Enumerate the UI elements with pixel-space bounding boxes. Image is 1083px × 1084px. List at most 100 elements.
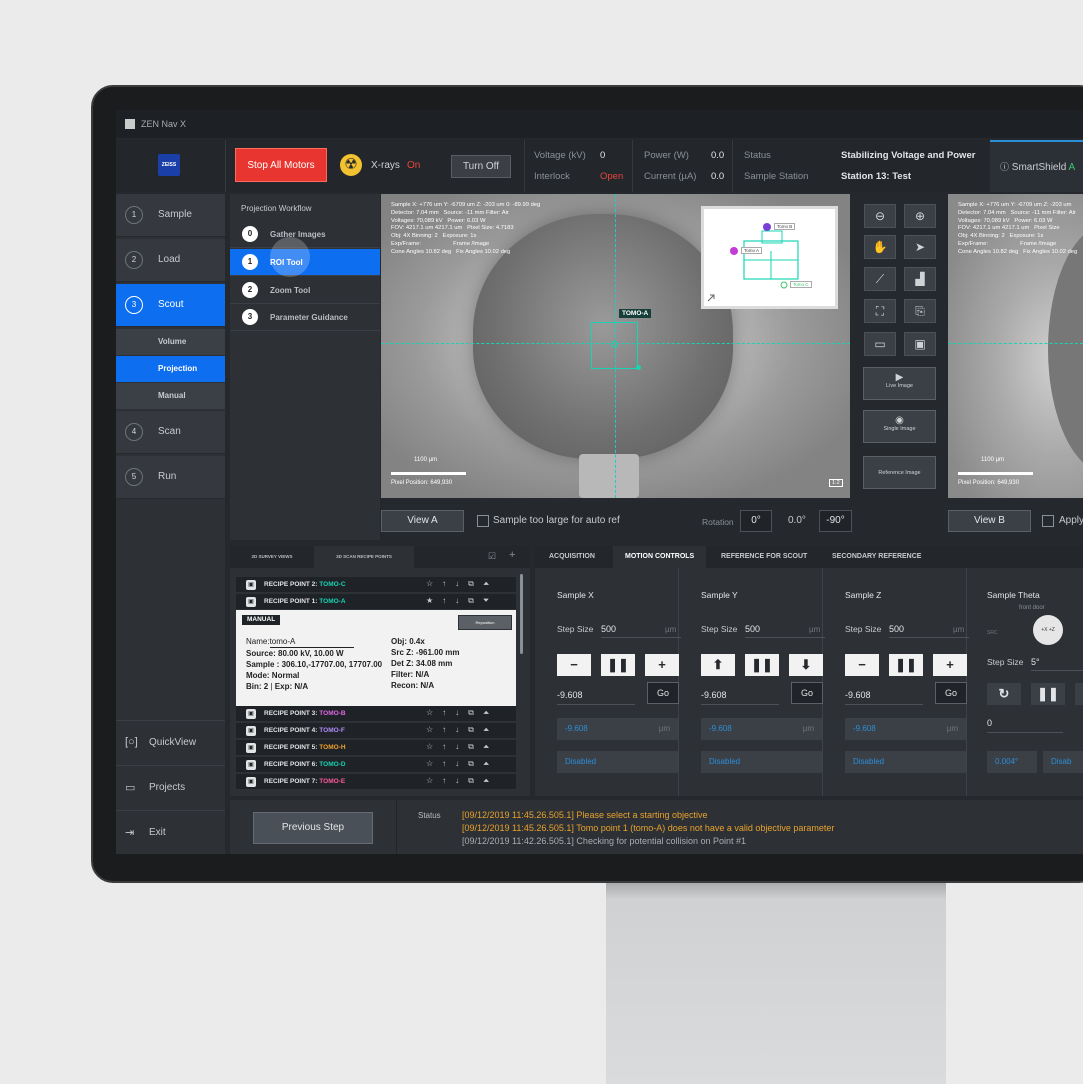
partial-button[interactable] [1075,683,1083,705]
row-actions-icons[interactable]: ☆↑↓⧉⏶ [426,725,498,735]
nav-projects[interactable]: ▭ Projects [116,765,225,809]
roi-label: TOMO-A [619,309,652,318]
recipe-row[interactable]: ▣ RECIPE POINT 1: TOMO-A ★↑↓⧉⏷ [236,594,516,610]
nav-item-run[interactable]: 5 Run [116,456,225,499]
select-all-icon[interactable]: ☑ [488,551,496,562]
step-unit: µm [953,625,965,634]
row-actions-icons[interactable]: ☆↑↓⧉⏶ [426,776,498,786]
histogram-icon[interactable]: ▟ [904,267,936,291]
position-input[interactable]: -9.608 [845,690,923,705]
nav-quickview[interactable]: [○] QuickView [116,720,225,764]
nav-item-load[interactable]: 2 Load [116,239,225,282]
nav-item-scan[interactable]: 4 Scan [116,411,225,454]
step-size-label: Step Size [987,657,1024,667]
row-actions-icons[interactable]: ☆↑↓⧉⏶ [426,579,498,589]
recipe-row[interactable]: ▣ RECIPE POINT 6: TOMO-D ☆↑↓⧉⏶ [236,757,516,773]
tab-reference-for-scout[interactable]: REFERENCE FOR SCOUT [709,546,819,568]
recipe-row[interactable]: ▣ RECIPE POINT 7: TOMO-E ☆↑↓⧉⏶ [236,774,516,790]
row-actions-icons[interactable]: ☆↑↓⧉⏶ [426,708,498,718]
single-image-button[interactable]: ◉ Single Image [863,410,936,443]
go-button[interactable]: Go [791,682,823,704]
nav-sub-volume[interactable]: Volume [116,329,225,355]
folder-open-icon[interactable]: ▭ [864,332,896,356]
roi-resize-handle[interactable] [636,365,641,370]
plus-icon[interactable]: + [933,654,967,676]
save-icon[interactable]: ▣ [904,332,936,356]
recipe-row[interactable]: ▣ RECIPE POINT 4: TOMO-F ☆↑↓⧉⏶ [236,723,516,739]
manual-tag: MANUAL [242,615,281,625]
line-profile-icon[interactable]: ⟋ [864,267,896,291]
row-actions-icons[interactable]: ★↑↓⧉⏷ [426,596,498,606]
position-input[interactable]: -9.608 [701,690,779,705]
nav-item-sample[interactable]: 1 Sample [116,194,225,237]
axis-sample-z: Sample Z Step Size 500 µm − ❚❚ + -9.608 … [823,568,969,796]
go-button[interactable]: Go [647,682,679,704]
zoom-out-icon[interactable]: ⊖ [864,204,896,228]
pause-icon[interactable]: ❚❚ [889,654,923,676]
row-actions-icons[interactable]: ☆↑↓⧉⏶ [426,742,498,752]
zoom-in-icon[interactable]: ⊕ [904,204,936,228]
axis-status: Disabled [701,751,822,773]
recipe-row[interactable]: ▣ RECIPE POINT 3: TOMO-B ☆↑↓⧉⏶ [236,706,516,722]
tab-motion-controls[interactable]: MOTION CONTROLS [613,546,707,568]
quickview-icon: [○] [125,736,138,748]
row-actions-icons[interactable]: ☆↑↓⧉⏶ [426,759,498,769]
recipe-row[interactable]: ▣ RECIPE POINT 2: TOMO-C ☆↑↓⧉⏶ [236,577,516,593]
minimap-label-tomo-a: Tomo A [741,247,763,254]
recipe-scrollbar[interactable] [520,574,523,654]
reference-image-button[interactable]: Reference Image [863,456,936,489]
fit-frame-icon[interactable]: ⛶ [864,299,896,323]
recipe-points-panel: 2D SURVEY VIEWS 3D SCAN RECIPE POINTS ☑ … [230,546,530,796]
rotation-minus90-button[interactable]: -90° [819,510,852,532]
plus-icon[interactable]: + [645,654,679,676]
radiation-icon: ☢ [340,154,362,176]
stop-all-motors-button[interactable]: Stop All Motors [235,148,327,182]
minimap[interactable]: Tomo B Tomo A Tomo C [701,206,838,309]
export-icon[interactable]: ⎘ [904,299,936,323]
status-log-label: Status [418,811,441,820]
workflow-step-parameter[interactable]: 3 Parameter Guidance [230,304,380,331]
arrow-down-icon[interactable]: ⬇ [789,654,823,676]
tab-3d-scan-recipe-points[interactable]: 3D SCAN RECIPE POINTS [314,546,414,568]
auto-ref-label: Sample too large for auto ref [493,515,620,526]
nav-sub-manual[interactable]: Manual [116,383,225,409]
pause-icon[interactable]: ❚❚ [601,654,635,676]
view-a-image[interactable]: Sample X: +776 um Y: -6709 um Z: -203 um… [381,194,850,498]
previous-step-button[interactable]: Previous Step [253,812,373,844]
minus-icon[interactable]: − [557,654,591,676]
view-b-image[interactable]: Sample X: +776 um Y: -6709 um Z: -203 um… [948,194,1083,498]
lock-icon: ▣ [246,580,256,590]
view-a-button[interactable]: View A [381,510,464,532]
pause-icon[interactable]: ❚❚ [745,654,779,676]
tab-acquisition[interactable]: ACQUISITION [537,546,607,568]
reposition-button[interactable]: Reposition [458,615,512,630]
apply-checkbox[interactable] [1042,515,1054,527]
auto-ref-checkbox[interactable] [477,515,489,527]
rotate-icon[interactable]: ↻ [987,683,1021,705]
live-image-button[interactable]: ▶ Live Image [863,367,936,400]
tab-2d-survey-views[interactable]: 2D SURVEY VIEWS [230,546,314,568]
view-b-button[interactable]: View B [948,510,1031,532]
recipe-row[interactable]: ▣ RECIPE POINT 5: TOMO-H ☆↑↓⧉⏶ [236,740,516,756]
rotation-dial[interactable]: +X +Z [1033,615,1063,645]
add-icon[interactable]: + [509,549,515,561]
nav-sub-projection[interactable]: Projection [116,356,225,382]
rotation-0-button[interactable]: 0° [740,510,772,532]
go-button[interactable]: Go [935,682,967,704]
pan-hand-icon[interactable]: ✋ [864,235,896,259]
smartshield-tab[interactable]: ⓘ SmartShield A [990,140,1083,192]
position-input[interactable]: -9.608 [557,690,635,705]
nav-item-scout[interactable]: 3 Scout [116,284,225,327]
position-input[interactable]: 0 [987,718,1063,733]
turn-off-button[interactable]: Turn Off [451,155,511,178]
minus-icon[interactable]: − [845,654,879,676]
pause-icon[interactable]: ❚❚ [1031,683,1065,705]
pointer-icon[interactable]: ➤ [904,235,936,259]
workflow-step-zoom[interactable]: 2 Zoom Tool [230,277,380,304]
recipe-title: RECIPE POINT 6: TOMO-D [264,761,346,768]
src-label: SRC [987,630,998,636]
step-size-input[interactable]: 5° [1031,657,1083,671]
nav-exit[interactable]: ⇥ Exit [116,810,225,854]
tab-secondary-reference[interactable]: SECONDARY REFERENCE [820,546,933,568]
arrow-up-icon[interactable]: ⬆ [701,654,735,676]
